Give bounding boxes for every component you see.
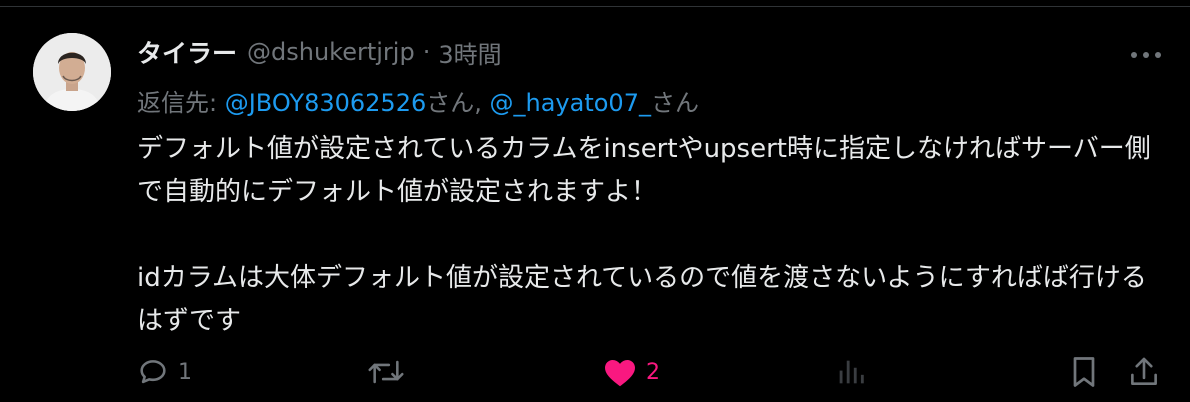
- share-upload-icon: [1131, 357, 1157, 385]
- timestamp[interactable]: 3時間: [438, 35, 501, 70]
- action-bar: 1 2: [0, 349, 1190, 395]
- analytics-button[interactable]: [836, 349, 866, 395]
- reply-button[interactable]: 1: [136, 349, 192, 395]
- bar-chart-icon: [839, 360, 864, 384]
- heart-filled-icon: [605, 360, 635, 387]
- replying-to: 返信先: @JBOY83062526さん, @_hayato07_さん: [137, 83, 699, 118]
- mention-link[interactable]: @_hayato07_: [490, 89, 651, 117]
- mention-suffix: さん,: [426, 89, 490, 117]
- mention-suffix: さん: [650, 89, 699, 117]
- like-count: 2: [646, 359, 660, 385]
- separator-dot: ·: [422, 38, 431, 66]
- more-options-button[interactable]: [1126, 40, 1166, 70]
- avatar[interactable]: [33, 33, 111, 111]
- share-button[interactable]: [1128, 349, 1160, 395]
- top-divider: [0, 6, 1190, 7]
- tweet-paragraph: idカラムは大体デフォルト値が設定されているので値を渡さないようにすればば行ける…: [137, 263, 1147, 336]
- mention-link[interactable]: @JBOY83062526: [225, 89, 427, 117]
- like-button[interactable]: 2: [602, 349, 660, 395]
- reply-bubble-icon: [140, 360, 166, 384]
- tweet-header: タイラー @dshukertjrjp · 3時間: [137, 34, 502, 70]
- more-horizontal-icon: [1131, 52, 1161, 58]
- bookmark-button[interactable]: [1068, 349, 1100, 395]
- retweet-icon: [368, 360, 404, 384]
- display-name[interactable]: タイラー: [137, 34, 237, 70]
- bookmark-icon: [1073, 357, 1095, 387]
- retweet-button[interactable]: [366, 349, 414, 395]
- tweet-paragraph: デフォルト値が設定されているカラムをinsertやupsert時に指定しなければ…: [137, 134, 1151, 207]
- tweet-body: デフォルト値が設定されているカラムをinsertやupsert時に指定しなければ…: [137, 128, 1157, 343]
- replying-label: 返信先:: [137, 89, 225, 117]
- avatar-photo: [33, 33, 111, 111]
- reply-count: 1: [178, 359, 192, 385]
- user-handle[interactable]: @dshukertjrjp: [247, 38, 415, 66]
